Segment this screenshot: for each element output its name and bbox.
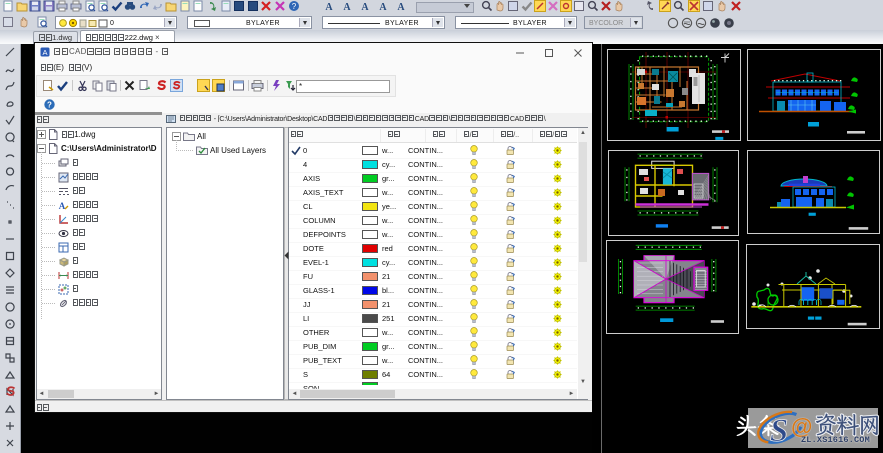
svg-text:A: A — [379, 2, 387, 12]
svg-text:A: A — [325, 2, 333, 12]
svg-text:A: A — [361, 2, 369, 12]
svg-text:S: S — [770, 413, 788, 449]
svg-text:?: ? — [47, 101, 52, 110]
svg-text:A: A — [42, 48, 47, 57]
svg-text:A: A — [343, 2, 351, 12]
svg-text:A: A — [59, 201, 66, 211]
svg-text:?: ? — [291, 2, 296, 11]
svg-text:A: A — [397, 2, 405, 12]
